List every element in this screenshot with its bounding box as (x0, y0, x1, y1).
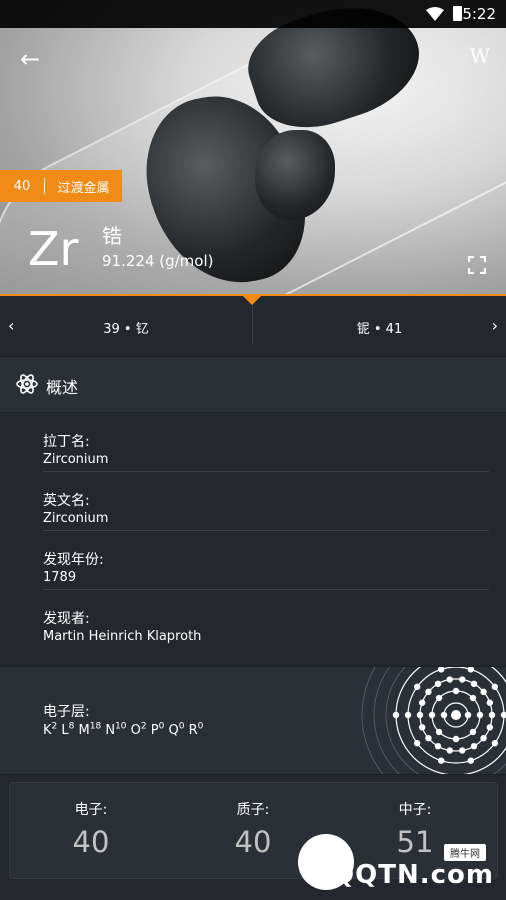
electron-value: 40 (72, 825, 110, 859)
watermark-tag: 腾牛网 (444, 844, 486, 861)
atomic-mass: 91.224 (g/mol) (102, 252, 214, 270)
info-row-discovery-year: 发现年份: 1789 (43, 531, 489, 590)
shell-k: K2 (43, 722, 58, 739)
info-value: Zirconium (43, 452, 109, 467)
bohr-electron (467, 667, 475, 673)
status-time: 5:22 (462, 5, 496, 23)
info-key: 发现年份: (43, 552, 104, 568)
proton-label: 质子: (236, 802, 270, 818)
bohr-electron (434, 742, 442, 750)
bohr-electron (446, 747, 453, 754)
bohr-electron (392, 711, 400, 719)
current-pointer (243, 296, 261, 305)
element-symbol: Zr (28, 222, 79, 276)
bohr-model-icon (361, 667, 506, 774)
shells-label: 电子层: (43, 704, 90, 720)
bohr-electron (404, 711, 412, 719)
element-name: 锆 (102, 224, 122, 248)
bohr-electron (486, 699, 494, 706)
wikipedia-icon[interactable]: W (469, 44, 490, 68)
previous-element-link[interactable]: 39 • 钇 (0, 318, 252, 337)
bohr-electron (464, 711, 472, 719)
electron-count: 电子: 40 (10, 799, 172, 859)
bohr-electron (452, 735, 460, 743)
info-row-english-name: 英文名: Zirconium (43, 472, 489, 531)
bohr-electron (476, 711, 484, 719)
shells-config: K2 L8 M18 N10 O2 P0 Q0 R0 (43, 722, 203, 738)
info-value: Martin Heinrich Klaproth (43, 629, 202, 644)
fullscreen-icon[interactable] (468, 256, 486, 274)
info-value: Zirconium (43, 511, 109, 526)
bohr-electron (467, 757, 475, 764)
electron-label: 电子: (74, 802, 108, 818)
info-value: 1789 (43, 570, 77, 585)
bohr-electron (480, 688, 487, 696)
bohr-electron (435, 728, 443, 736)
bohr-electron (470, 680, 478, 688)
shell-q: Q0 (168, 722, 185, 739)
wifi-icon (426, 7, 444, 21)
info-key: 拉丁名: (43, 434, 90, 450)
watermark: 腾牛网 QQTN.com (298, 834, 498, 894)
bohr-electron (446, 676, 453, 683)
next-element-link[interactable]: 铌 • 41 (253, 318, 506, 337)
bohr-electron (437, 667, 445, 673)
bohr-electron (416, 711, 424, 719)
back-arrow-icon[interactable]: ← (20, 45, 40, 73)
bohr-electron (435, 694, 443, 702)
shell-r: R0 (188, 722, 204, 739)
info-key: 英文名: (43, 493, 90, 509)
overview-title: 概述 (46, 378, 79, 397)
shell-l: L8 (61, 722, 75, 739)
category-label: 过渡金属 (57, 180, 110, 196)
battery-icon (453, 6, 462, 21)
bohr-electron (452, 687, 460, 695)
bohr-electron (486, 724, 494, 731)
neutron-label: 中子: (398, 802, 432, 818)
bohr-electron (434, 680, 442, 688)
electron-shells-panel: 电子层: K2 L8 M18 N10 O2 P0 Q0 R0 (0, 666, 506, 775)
shell-p: P0 (150, 722, 165, 739)
bohr-electron (469, 728, 477, 736)
bohr-electron (425, 734, 432, 742)
bohr-electron (413, 683, 421, 690)
overview-list: 拉丁名: Zirconium 英文名: Zirconium 发现年份: 1789… (0, 413, 506, 665)
status-bar: 5:22 (0, 0, 506, 28)
atomic-number: 40 (13, 178, 31, 194)
bohr-electron (459, 747, 466, 754)
bohr-electron (437, 757, 445, 764)
bohr-electron (440, 711, 448, 719)
bohr-electron (500, 711, 506, 719)
info-row-latin-name: 拉丁名: Zirconium (43, 413, 489, 472)
shell-o: O2 (130, 722, 147, 739)
bohr-electron (418, 699, 426, 706)
element-navigation: ‹ 39 • 钇 铌 • 41 › (0, 296, 506, 357)
bohr-electron (470, 742, 478, 750)
bohr-electron (469, 694, 477, 702)
atom-icon (16, 374, 38, 394)
info-key: 发现者: (43, 611, 90, 627)
bohr-electron (491, 740, 499, 747)
shell-m: M18 (78, 722, 102, 739)
info-row-discoverer: 发现者: Martin Heinrich Klaproth (43, 590, 489, 648)
overview-header: 概述 (0, 357, 506, 413)
bohr-electron (428, 711, 436, 719)
bohr-electron (491, 683, 499, 690)
bohr-electron (480, 734, 487, 742)
bohr-electron (425, 688, 432, 696)
bohr-nucleus (451, 710, 461, 720)
bohr-electron (459, 676, 466, 683)
element-category-tag: 40 过渡金属 (0, 170, 122, 202)
bohr-outer-ring (361, 667, 384, 774)
chevron-right-icon[interactable]: › (492, 316, 498, 335)
bohr-electron (413, 740, 421, 747)
shell-n: N10 (105, 722, 127, 739)
bohr-electron (418, 724, 426, 731)
watermark-text: QQTN.com (332, 860, 494, 890)
bohr-electron (488, 711, 496, 719)
